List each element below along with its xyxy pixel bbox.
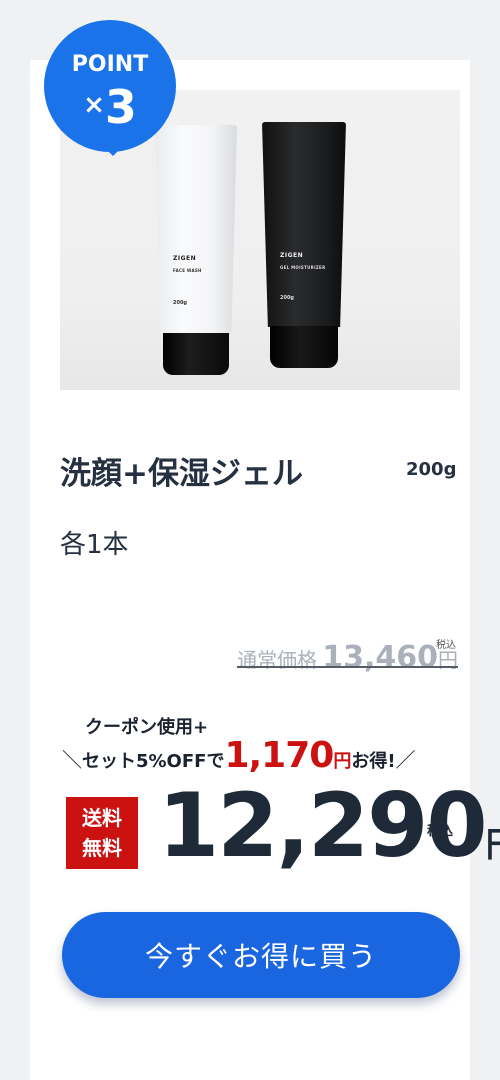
coupon-savings-yen: 円 [333, 751, 352, 772]
regular-price-amount: 13,460 [322, 640, 438, 675]
free-shipping-line2: 無料 [82, 836, 122, 860]
free-shipping-badge: 送料 無料 [66, 797, 138, 869]
regular-price-yen: 円 [438, 648, 458, 672]
product-title: 洗顔+保湿ジェル [60, 456, 303, 492]
buy-now-button[interactable]: 今すぐお得に買う [62, 912, 460, 998]
coupon-slash-right: ／ [395, 748, 416, 772]
coupon-discount-text: セット5%OFFで [82, 751, 225, 772]
gel-volume: 200g [280, 295, 295, 301]
point-label: POINT [71, 52, 149, 77]
strikethrough-line [237, 666, 458, 668]
regular-price-tax: 税込 [436, 640, 456, 651]
point-number: ×3 [44, 80, 176, 134]
face-wash-tube: ZIGEN FACE WASH 200g [155, 125, 237, 375]
coupon-slash-left: ＼ [62, 748, 82, 772]
face-wash-name: FACE WASH [173, 268, 202, 273]
gel-name: GEL MOISTURIZER [280, 265, 326, 270]
point-badge: POINT ×3 [44, 20, 176, 156]
sale-price-tax: 税込 [427, 824, 454, 839]
sale-price-yen: 円 [486, 825, 500, 865]
gel-brand: ZIGEN [280, 252, 304, 259]
face-wash-brand: ZIGEN [173, 255, 197, 262]
free-shipping-line1: 送料 [82, 806, 122, 830]
regular-price: 通常価格 13,460円 税込 [237, 640, 458, 675]
regular-price-label: 通常価格 [237, 648, 318, 672]
product-size: 200g [406, 459, 457, 480]
face-wash-volume: 200g [173, 300, 188, 306]
point-times: × [83, 90, 105, 120]
gel-moisturizer-tube: ZIGEN GEL MOISTURIZER 200g [262, 122, 346, 368]
point-digit: 3 [104, 80, 137, 134]
coupon-savings-suffix: お得! [351, 751, 396, 772]
product-quantity: 各1本 [60, 530, 129, 560]
coupon-savings-amount: 1,170 [224, 735, 334, 776]
coupon-text-line2: ＼セット5%OFFで1,170円お得!／ [62, 735, 416, 776]
